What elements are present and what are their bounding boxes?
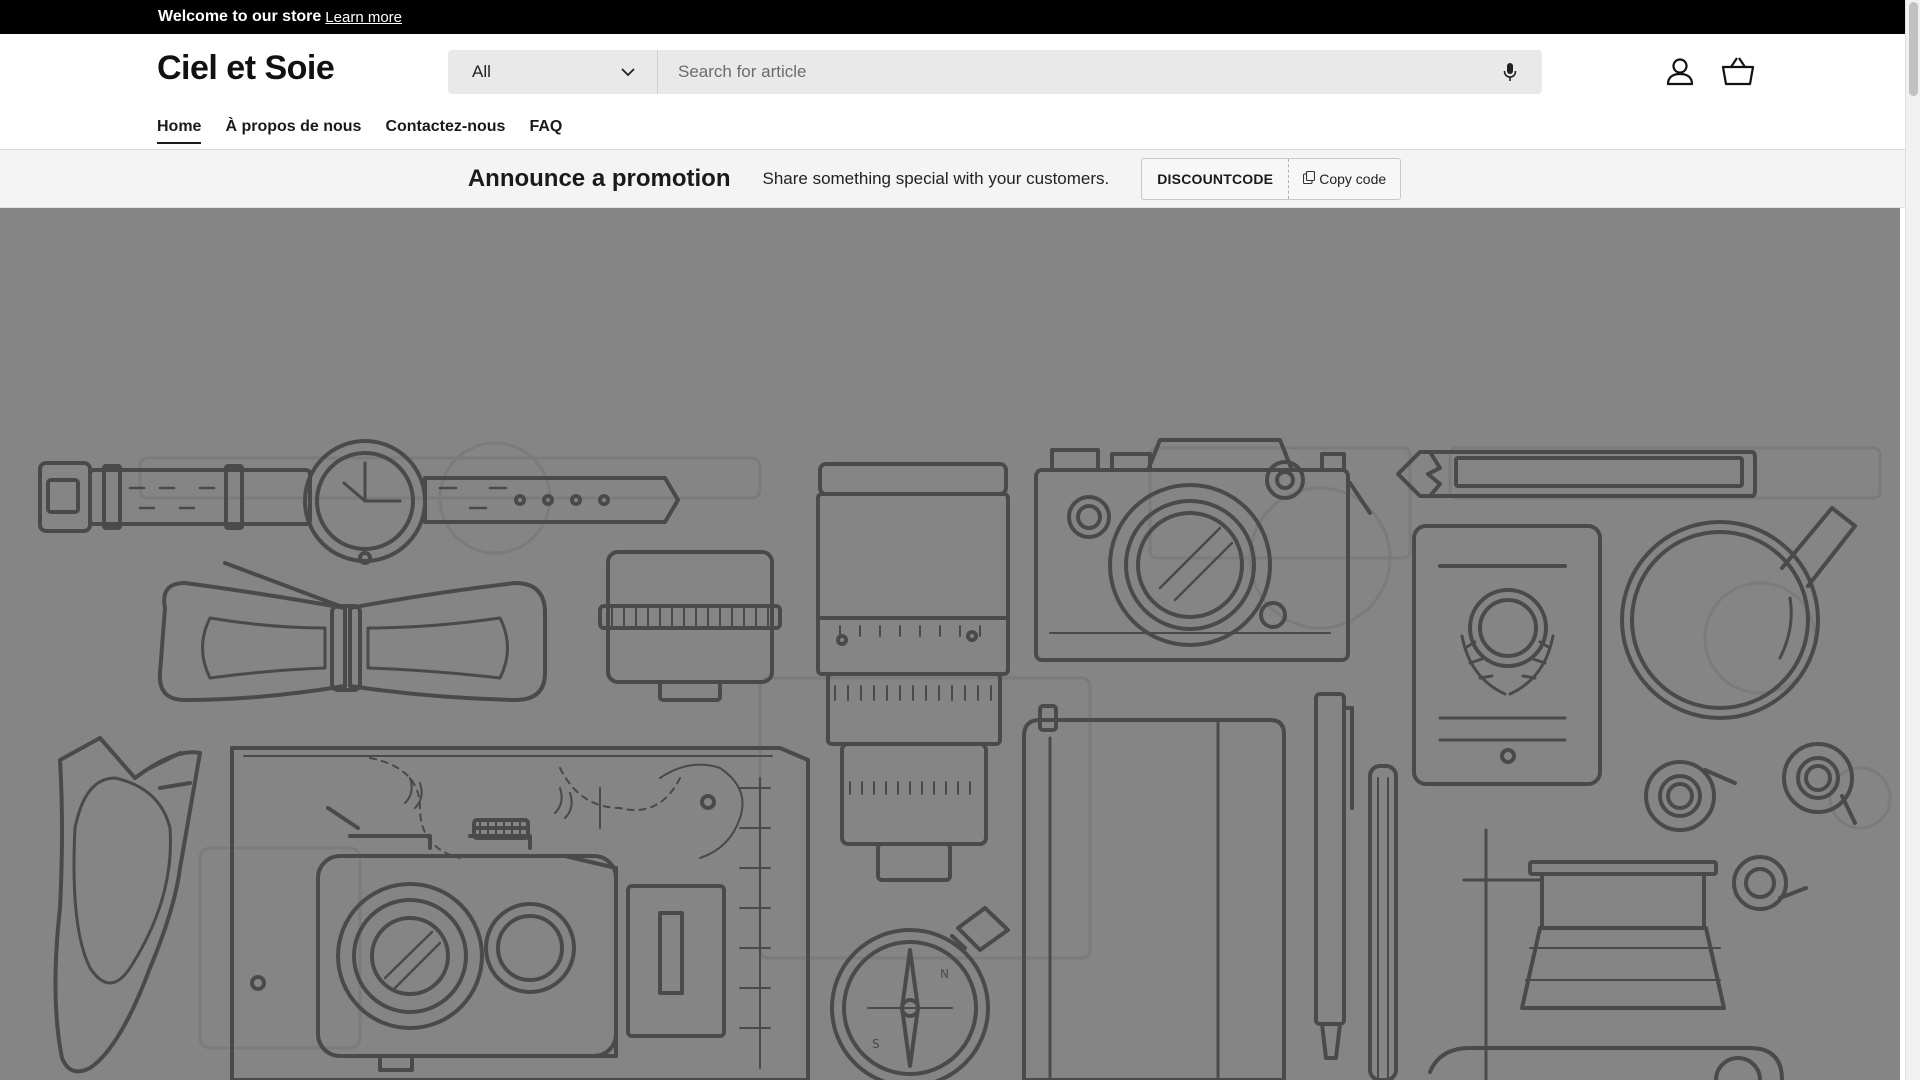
promotion-text: Share something special with your custom…	[762, 168, 1110, 188]
page-scrollbar[interactable]	[1905, 0, 1920, 1080]
nav-item-home[interactable]: Home	[157, 118, 202, 144]
header-actions	[1663, 54, 1755, 88]
promotion-title: Announce a promotion	[467, 164, 731, 192]
microphone-icon[interactable]	[1498, 60, 1522, 84]
user-icon[interactable]	[1663, 54, 1697, 88]
store-logo[interactable]: Ciel et Soie	[157, 49, 335, 88]
category-select-value: All	[472, 62, 491, 81]
category-select[interactable]: All	[448, 50, 658, 94]
main-nav: Home À propos de nous Contactez-nous FAQ	[157, 118, 562, 144]
hero-banner: N S	[0, 208, 1900, 1080]
announcement-bar: Welcome to our store Learn more	[0, 0, 1905, 34]
basket-icon[interactable]	[1721, 54, 1755, 88]
search-input[interactable]	[678, 62, 1498, 82]
promotion-bar: Announce a promotion Share something spe…	[0, 150, 1905, 208]
scroll-thumb[interactable]	[1909, 2, 1918, 96]
nav-item-faq[interactable]: FAQ	[529, 118, 562, 144]
page: Welcome to our store Learn more Ciel et …	[0, 0, 1920, 1080]
svg-text:N: N	[940, 967, 949, 981]
copy-code-label: Copy code	[1319, 170, 1387, 187]
nav-item-about[interactable]: À propos de nous	[225, 118, 361, 144]
copy-icon	[1303, 170, 1316, 187]
nav-item-contact[interactable]: Contactez-nous	[385, 118, 505, 144]
discount-code-box: DISCOUNTCODE Copy code	[1141, 157, 1402, 200]
chevron-down-icon	[621, 62, 635, 82]
hero-illustration: N S	[38, 438, 1892, 1080]
learn-more-link[interactable]: Learn more	[325, 9, 402, 26]
search-input-area	[658, 50, 1542, 94]
copy-code-button[interactable]: Copy code	[1289, 159, 1400, 199]
discount-code: DISCOUNTCODE	[1142, 158, 1290, 199]
svg-text:S: S	[872, 1037, 880, 1051]
site-header: Ciel et Soie All Search for article Home…	[0, 34, 1905, 150]
search-bar: All	[448, 50, 1542, 94]
announcement-text: Welcome to our store	[158, 8, 322, 25]
promotion-content: Announce a promotion Share something spe…	[467, 157, 1402, 200]
